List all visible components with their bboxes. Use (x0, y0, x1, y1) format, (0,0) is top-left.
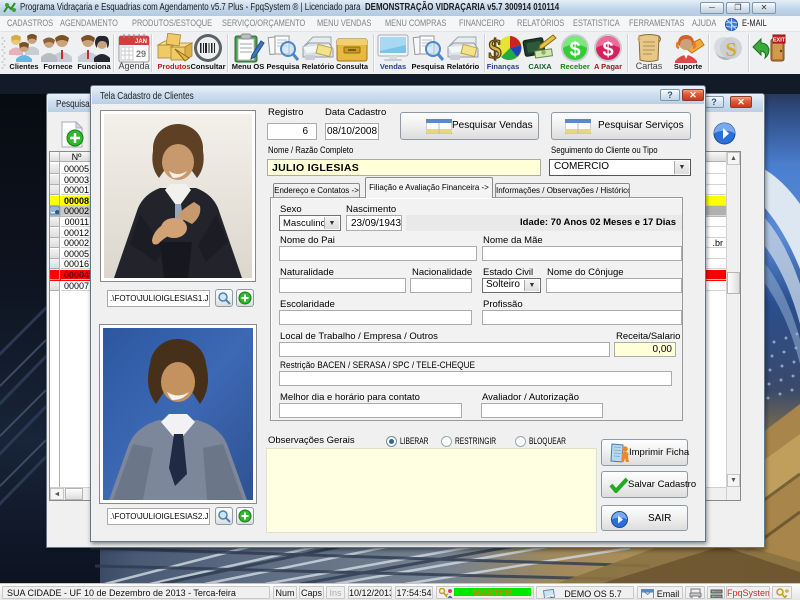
svg-text:$: $ (488, 34, 502, 63)
svg-text:EXIT: EXIT (773, 38, 786, 44)
svg-text:$: $ (569, 39, 580, 61)
svg-text:$: $ (602, 39, 613, 61)
svg-text:JAN: JAN (135, 39, 147, 45)
svg-text:29: 29 (136, 49, 146, 59)
svg-text:S: S (725, 39, 736, 61)
